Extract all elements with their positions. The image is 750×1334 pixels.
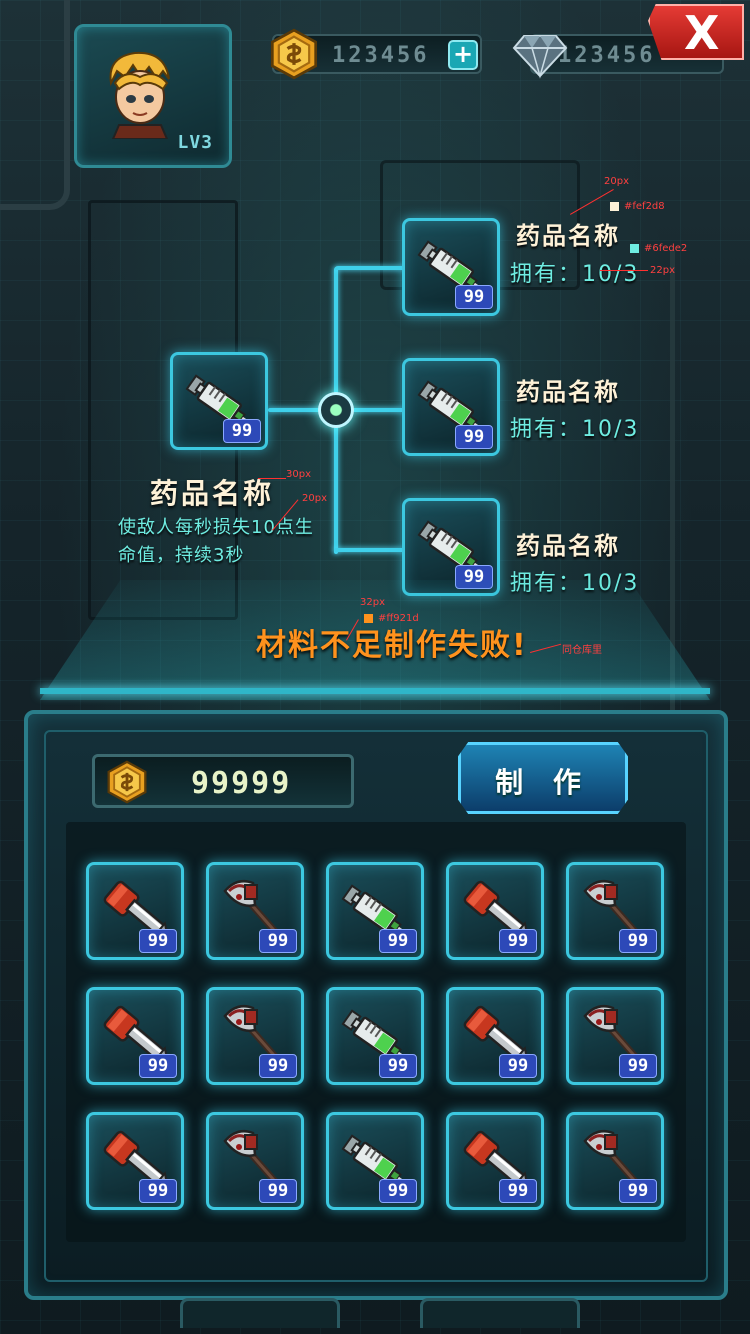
product-slot[interactable]: 99 — [170, 352, 268, 450]
craft-button-label: 制 作 — [495, 766, 591, 799]
item-count: 99 — [619, 1179, 657, 1203]
inventory-slot[interactable]: 99 — [326, 1112, 424, 1210]
inventory-slot[interactable]: 99 — [326, 862, 424, 960]
inventory-slot[interactable]: 99 — [206, 987, 304, 1085]
anno-line — [600, 270, 648, 271]
product-name: 药品名称 — [150, 477, 275, 510]
material-slot-2[interactable]: 99 — [402, 358, 500, 456]
anno-font-note: 同仓库里 — [562, 645, 602, 656]
item-count: 99 — [139, 929, 177, 953]
material-slot-1[interactable]: 99 — [402, 218, 500, 316]
background-pipe — [0, 0, 70, 210]
item-count: 99 — [139, 1054, 177, 1078]
craft-fail-message: 材料不足制作失败! — [256, 628, 528, 663]
diamond-amount: 123456 — [558, 43, 656, 68]
inventory-slot[interactable]: 99 — [446, 1112, 544, 1210]
material-name: 药品名称 — [516, 378, 620, 406]
item-count: 99 — [499, 1179, 537, 1203]
material-owned: 拥有：10/3 — [510, 417, 640, 442]
gold-coin-icon — [105, 760, 149, 804]
item-count: 99 — [499, 1054, 537, 1078]
item-count: 99 — [259, 1054, 297, 1078]
diamond-icon — [512, 35, 568, 79]
hero-portrait-icon — [109, 51, 170, 139]
item-count: 99 — [379, 929, 417, 953]
anno-fail-color: #ff921d — [378, 613, 419, 624]
gold-amount: 99999 — [191, 766, 292, 801]
connector-branch-bottom — [334, 548, 404, 552]
anno-name-size: 20px — [604, 176, 629, 187]
inventory-slot[interactable]: 99 — [566, 987, 664, 1085]
inventory-slot[interactable]: 99 — [446, 862, 544, 960]
connector-branch-mid — [352, 408, 404, 412]
bottom-tab-right[interactable] — [420, 1298, 580, 1328]
item-count: 99 — [223, 419, 261, 443]
item-count: 99 — [499, 929, 537, 953]
player-level: LV3 — [177, 132, 213, 153]
anno-name-color: #fef2d8 — [624, 201, 665, 212]
anno-main-desc-size: 20px — [302, 493, 327, 504]
coin-amount: 123456 — [332, 43, 430, 68]
anno-swatch-owned — [630, 244, 639, 253]
bottom-tab-left[interactable] — [180, 1298, 340, 1328]
item-count: 99 — [259, 929, 297, 953]
inventory-slot[interactable]: 99 — [566, 1112, 664, 1210]
close-button[interactable]: X — [648, 4, 744, 60]
item-count: 99 — [455, 285, 493, 309]
item-count: 99 — [259, 1179, 297, 1203]
inventory-slot[interactable]: 99 — [566, 862, 664, 960]
craft-button[interactable]: 制 作 — [458, 742, 628, 814]
gold-coin-icon — [268, 28, 320, 80]
gold-balance: 99999 — [92, 754, 354, 808]
anno-owned-color: #6fede2 — [644, 243, 688, 254]
anno-swatch-fail — [364, 614, 373, 623]
item-count: 99 — [139, 1179, 177, 1203]
player-avatar[interactable]: LV3 — [74, 24, 232, 168]
inventory-slot[interactable]: 99 — [86, 987, 184, 1085]
item-count: 99 — [619, 1054, 657, 1078]
inventory-slot[interactable]: 99 — [86, 1112, 184, 1210]
close-icon: X — [684, 6, 720, 60]
material-name: 药品名称 — [516, 222, 620, 250]
add-coins-button[interactable]: + — [448, 40, 478, 70]
item-count: 99 — [619, 929, 657, 953]
item-count: 99 — [455, 425, 493, 449]
anno-owned-size: 22px — [650, 265, 675, 276]
anno-main-name-size: 30px — [286, 469, 311, 480]
inventory-slot[interactable]: 99 — [446, 987, 544, 1085]
inventory-slot[interactable]: 99 — [206, 1112, 304, 1210]
inventory-slot[interactable]: 99 — [326, 987, 424, 1085]
product-description: 使敌人每秒损失10点生命值，持续3秒 — [118, 517, 314, 566]
connector-branch-top — [334, 266, 404, 270]
anno-fail-size: 32px — [360, 597, 385, 608]
recipe-hub-node — [318, 392, 354, 428]
inventory-slot[interactable]: 99 — [206, 862, 304, 960]
item-count: 99 — [379, 1179, 417, 1203]
anno-swatch-name — [610, 202, 619, 211]
inventory-slot[interactable]: 99 — [86, 862, 184, 960]
item-count: 99 — [379, 1054, 417, 1078]
anno-line — [258, 478, 286, 479]
platform-edge — [40, 688, 710, 694]
material-owned: 拥有：10/3 — [510, 262, 640, 287]
material-name: 药品名称 — [516, 532, 620, 560]
